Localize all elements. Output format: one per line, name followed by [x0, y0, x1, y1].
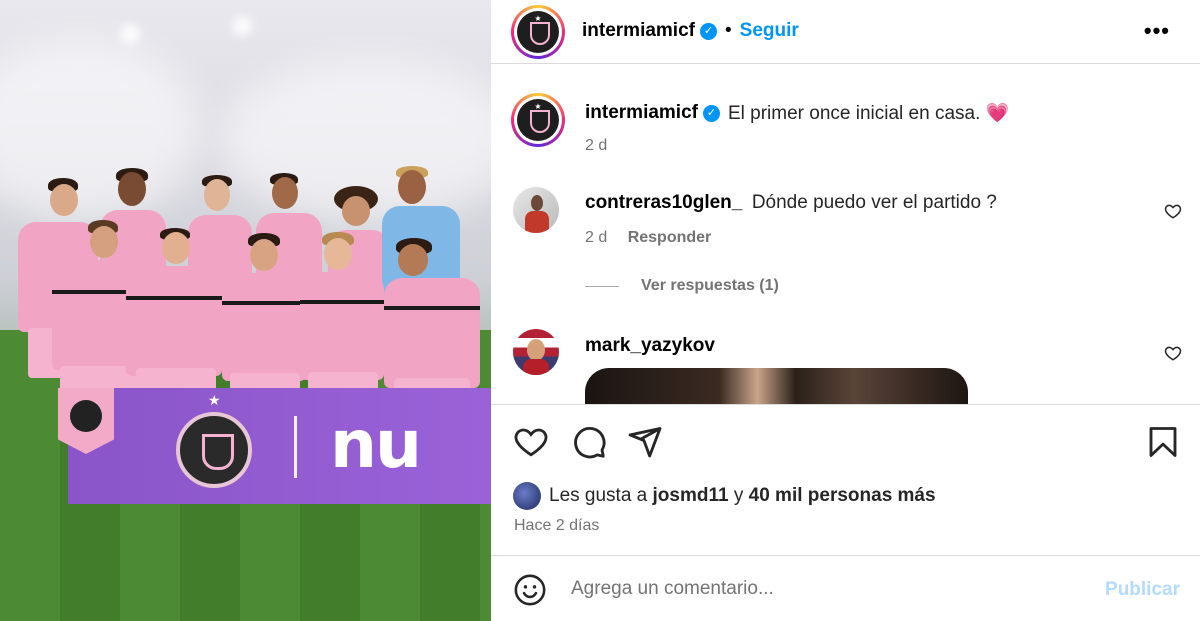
view-replies-button[interactable]: Ver respuestas (1): [585, 277, 779, 295]
comment-meta: 2 d Responder: [585, 229, 711, 247]
comments-list[interactable]: intermiamicf ✓ El primer once inicial en…: [491, 65, 1200, 405]
commenter-avatar[interactable]: [513, 329, 559, 375]
smoke: [0, 40, 200, 220]
more-options-icon[interactable]: •••: [1144, 18, 1170, 44]
post-panel: intermiamicf ✓ • Seguir ••• intermiamicf…: [491, 0, 1200, 621]
post-photo[interactable]: ★ nu: [0, 0, 491, 621]
likes-count[interactable]: 40 mil personas más: [749, 485, 936, 507]
verified-badge-icon: ✓: [702, 104, 720, 122]
publish-button[interactable]: Publicar: [1105, 579, 1180, 601]
comment: contreras10glen_ Dónde puedo ver el part…: [585, 192, 997, 214]
replies-line: [585, 285, 619, 287]
commenter-avatar[interactable]: [513, 187, 559, 233]
bookmark-icon[interactable]: [1145, 424, 1181, 460]
stadium-light: [232, 16, 252, 36]
comment-text: Dónde puedo ver el partido ?: [751, 192, 997, 213]
comment: mark_yazykov: [585, 335, 715, 357]
reply-button[interactable]: Responder: [628, 229, 712, 246]
star-icon: ★: [208, 392, 221, 408]
follow-button[interactable]: Seguir: [740, 20, 799, 42]
comment-image[interactable]: [585, 368, 968, 404]
comment-input[interactable]: [571, 573, 1071, 605]
verified-badge-icon: ✓: [699, 22, 717, 40]
view-replies-label: Ver respuestas (1): [641, 277, 779, 294]
likes-connector: y: [733, 485, 744, 506]
comment-icon[interactable]: [571, 424, 607, 460]
author-username[interactable]: intermiamicf: [582, 20, 695, 42]
emoji-icon[interactable]: [513, 573, 547, 607]
sponsor-banner: ★ nu: [68, 388, 491, 504]
like-comment-icon[interactable]: [1164, 344, 1182, 362]
caption-time: 2 d: [585, 137, 608, 154]
likes-prefix: Les gusta a: [549, 485, 648, 506]
caption-avatar[interactable]: [511, 93, 565, 147]
like-comment-icon[interactable]: [1164, 202, 1182, 220]
post-header: intermiamicf ✓ • Seguir •••: [491, 0, 1200, 64]
caption: intermiamicf ✓ El primer once inicial en…: [585, 101, 1009, 125]
likes-summary[interactable]: Les gusta a josmd11 y 40 mil personas má…: [513, 482, 936, 510]
club-logo-icon: [517, 11, 559, 53]
caption-username[interactable]: intermiamicf: [585, 102, 698, 124]
liker-username[interactable]: josmd11: [653, 485, 729, 507]
comment-composer: Publicar: [491, 557, 1200, 621]
banner-divider: [294, 416, 297, 478]
post-timestamp: Hace 2 días: [514, 517, 600, 534]
comment-username[interactable]: contreras10glen_: [585, 192, 742, 213]
comment-time: 2 d: [585, 229, 608, 246]
club-logo-icon: [517, 99, 559, 141]
separator-dot: •: [724, 20, 732, 41]
stadium-light: [120, 24, 140, 44]
send-icon[interactable]: [627, 424, 663, 460]
liker-avatar: [513, 482, 541, 510]
caption-text: El primer once inicial en casa. 💗: [727, 103, 1010, 124]
heart-icon[interactable]: [513, 424, 549, 460]
sponsor-logo: nu: [330, 406, 422, 483]
club-crest: [176, 412, 252, 488]
comment-username[interactable]: mark_yazykov: [585, 335, 715, 356]
author-avatar[interactable]: [511, 5, 565, 59]
